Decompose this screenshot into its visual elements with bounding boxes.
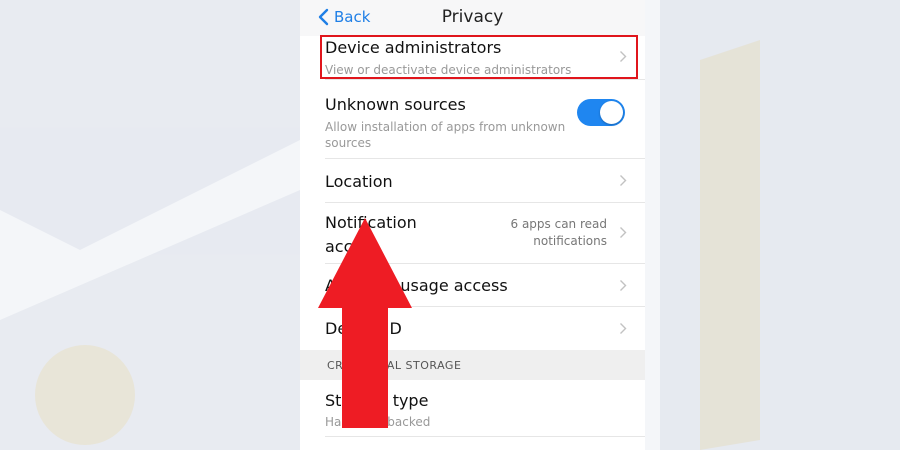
- navigation-bar: Back Privacy: [300, 0, 645, 36]
- toggle-knob: [600, 101, 623, 124]
- chevron-right-icon: [620, 51, 627, 62]
- row-title: Location: [325, 172, 393, 191]
- row-value-line2: notifications: [533, 234, 607, 248]
- row-subtitle-line2: sources: [325, 136, 372, 150]
- row-subtitle-line1: Allow installation of apps from unknown: [325, 120, 566, 134]
- row-title: Device administrators: [325, 38, 502, 57]
- up-arrow-icon: [318, 218, 412, 428]
- page-title: Privacy: [441, 7, 504, 27]
- chevron-right-icon: [620, 323, 627, 334]
- row-title: Unknown sources: [325, 95, 466, 114]
- chevron-right-icon: [620, 175, 627, 186]
- row-location[interactable]: Location: [325, 159, 645, 203]
- chevron-right-icon: [620, 227, 627, 238]
- row-device-administrators[interactable]: Device administrators View or deactivate…: [325, 36, 645, 80]
- row-subtitle: View or deactivate device administrators: [325, 63, 572, 77]
- unknown-sources-toggle[interactable]: [577, 99, 625, 126]
- chevron-right-icon: [620, 280, 627, 291]
- row-unknown-sources: Unknown sources Allow installation of ap…: [325, 80, 645, 159]
- row-value-line1: 6 apps can read: [510, 217, 608, 231]
